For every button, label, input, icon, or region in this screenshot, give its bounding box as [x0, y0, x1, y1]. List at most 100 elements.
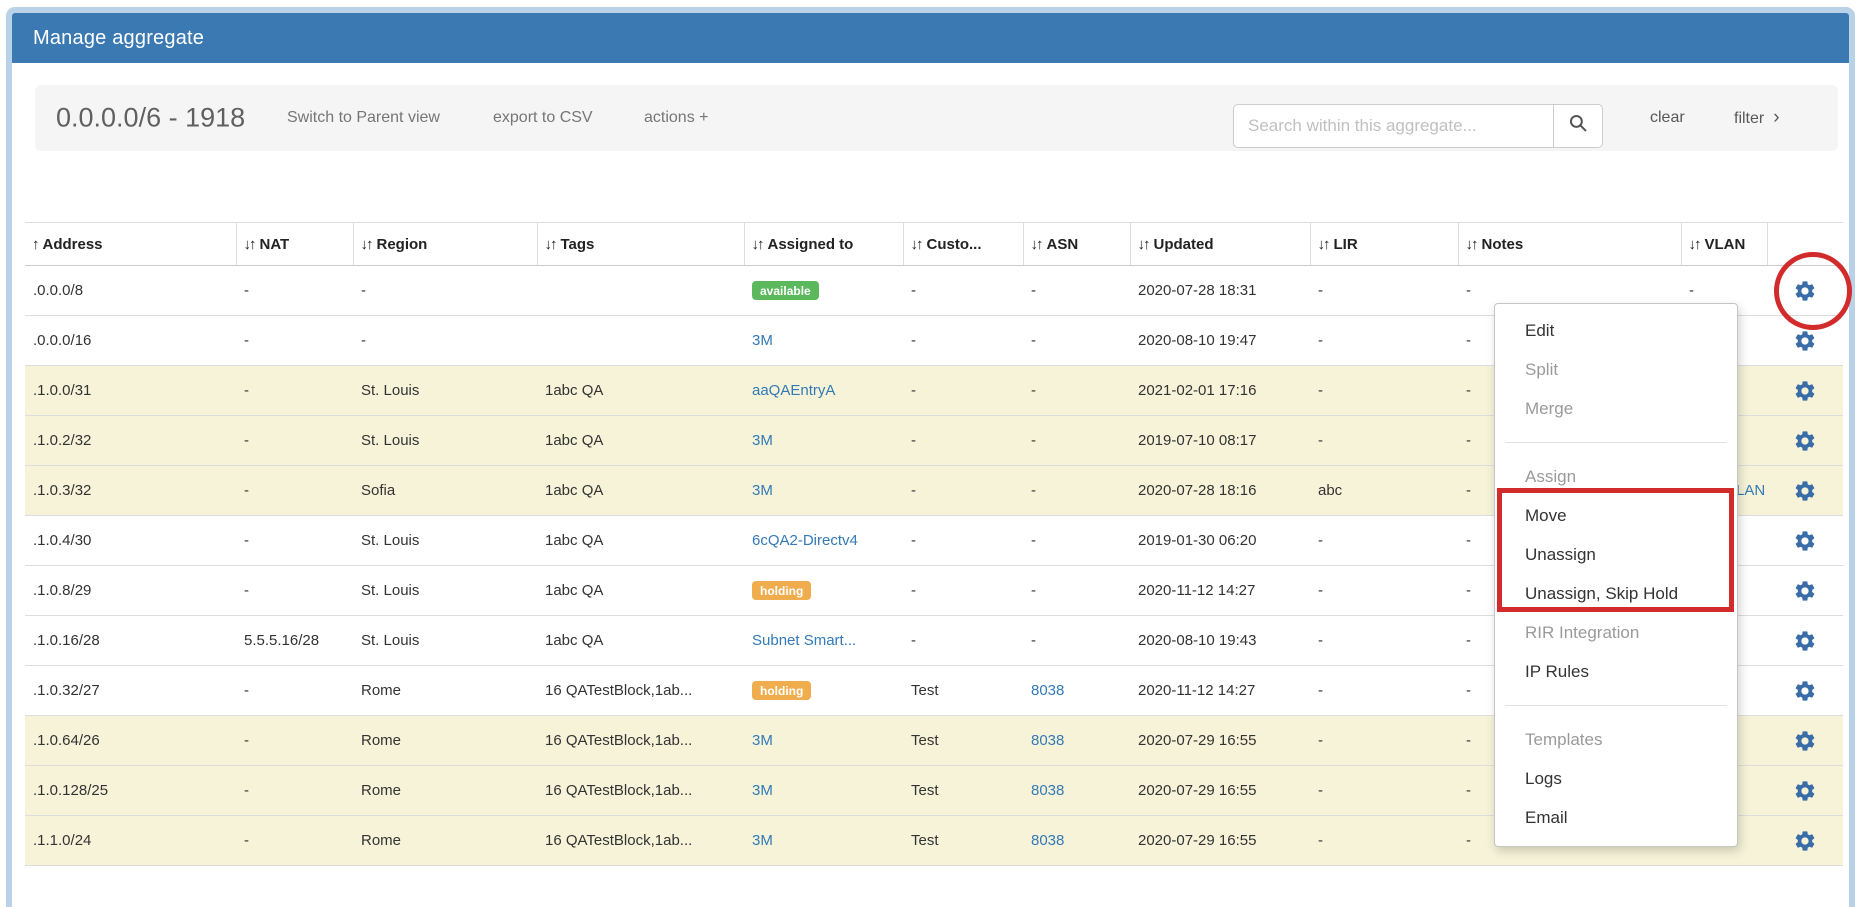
column-header-lir[interactable]: ↓↑LIR: [1310, 223, 1458, 266]
page-title: Manage aggregate: [33, 27, 204, 50]
actions-dropdown[interactable]: actions +: [644, 109, 708, 127]
cell-updated: 2020-11-12 14:27: [1130, 566, 1310, 616]
cell-address: .1.0.32/27: [25, 666, 236, 716]
cell-region: Rome: [353, 766, 537, 816]
assigned-link[interactable]: 3M: [752, 782, 773, 799]
assigned-link[interactable]: 3M: [752, 482, 773, 499]
sort-both-icon: ↓↑: [1031, 236, 1042, 253]
cell-address: .1.0.2/32: [25, 416, 236, 466]
row-11-gear-icon[interactable]: [1793, 781, 1817, 798]
assigned-link[interactable]: 3M: [752, 332, 773, 349]
row-4-gear-icon[interactable]: [1793, 431, 1817, 448]
cell-customer: Test: [903, 766, 1023, 816]
aggregate-label: 0.0.0.0/6 - 1918: [56, 103, 245, 134]
export-to-csv-link[interactable]: export to CSV: [493, 109, 593, 127]
cell-asn: 8038: [1023, 666, 1130, 716]
cell-nat: -: [236, 666, 353, 716]
column-header-notes[interactable]: ↓↑Notes: [1458, 223, 1681, 266]
cell-updated: 2020-07-29 16:55: [1130, 766, 1310, 816]
menu-item-templates: Templates: [1495, 720, 1737, 759]
cell-lir: -: [1310, 566, 1458, 616]
status-badge-holding: holding: [752, 681, 811, 700]
cell-updated: 2021-02-01 17:16: [1130, 366, 1310, 416]
cell-tags: [537, 266, 744, 316]
cell-customer: Test: [903, 666, 1023, 716]
switch-to-parent-view-link[interactable]: Switch to Parent view: [287, 109, 440, 127]
assigned-link[interactable]: 6cQA2-Directv4: [752, 532, 858, 549]
cell-customer: -: [903, 366, 1023, 416]
cell-nat: 5.5.5.16/28: [236, 616, 353, 666]
menu-divider: [1505, 442, 1727, 443]
row-7-gear-icon[interactable]: [1793, 581, 1817, 598]
filter-link[interactable]: filter›: [1734, 107, 1780, 129]
menu-item-edit[interactable]: Edit: [1495, 311, 1737, 350]
cell-asn: -: [1023, 516, 1130, 566]
cell-tags: 1abc QA: [537, 566, 744, 616]
cell-tags: 16 QATestBlock,1ab...: [537, 716, 744, 766]
cell-region: St. Louis: [353, 416, 537, 466]
cell-actions: [1767, 566, 1843, 616]
cell-tags: 1abc QA: [537, 416, 744, 466]
assigned-link[interactable]: 3M: [752, 432, 773, 449]
status-badge-available: available: [752, 281, 819, 300]
cell-updated: 2020-07-29 16:55: [1130, 716, 1310, 766]
column-header-region[interactable]: ↓↑Region: [353, 223, 537, 266]
search-button[interactable]: [1553, 104, 1603, 148]
asn-link[interactable]: 8038: [1031, 782, 1064, 799]
menu-item-ip-rules[interactable]: IP Rules: [1495, 652, 1737, 691]
asn-link[interactable]: 8038: [1031, 732, 1064, 749]
cell-customer: -: [903, 616, 1023, 666]
cell-actions: [1767, 716, 1843, 766]
cell-address: .1.0.128/25: [25, 766, 236, 816]
column-header-asn[interactable]: ↓↑ASN: [1023, 223, 1130, 266]
row-2-gear-icon[interactable]: [1793, 331, 1817, 348]
annotation-red-box: [1497, 488, 1734, 612]
cell-nat: -: [236, 266, 353, 316]
cell-tags: 16 QATestBlock,1ab...: [537, 666, 744, 716]
row-5-gear-icon[interactable]: [1793, 481, 1817, 498]
manage-aggregate-window: { "window": { "title": "Manage aggregate…: [0, 0, 1861, 858]
cell-lir: -: [1310, 266, 1458, 316]
cell-tags: 1abc QA: [537, 516, 744, 566]
vlan-link[interactable]: LAN: [1736, 482, 1765, 499]
filter-label: filter: [1734, 110, 1764, 127]
row-12-gear-icon[interactable]: [1793, 831, 1817, 848]
row-8-gear-icon[interactable]: [1793, 631, 1817, 648]
row-3-gear-icon[interactable]: [1793, 381, 1817, 398]
assigned-link[interactable]: Subnet Smart...: [752, 632, 856, 649]
row-10-gear-icon[interactable]: [1793, 731, 1817, 748]
menu-item-logs[interactable]: Logs: [1495, 759, 1737, 798]
column-header-vlan[interactable]: ↓↑VLAN: [1681, 223, 1767, 266]
sort-ascending-icon: ↑: [32, 236, 38, 253]
cell-address: .1.1.0/24: [25, 816, 236, 866]
assigned-link[interactable]: 3M: [752, 732, 773, 749]
column-header-updated[interactable]: ↓↑Updated: [1130, 223, 1310, 266]
column-header-customer[interactable]: ↓↑Custo...: [903, 223, 1023, 266]
column-header-tags[interactable]: ↓↑Tags: [537, 223, 744, 266]
cell-tags: 1abc QA: [537, 366, 744, 416]
cell-address: .1.0.64/26: [25, 716, 236, 766]
asn-link[interactable]: 8038: [1031, 832, 1064, 849]
cell-assigned: 3M: [744, 716, 903, 766]
cell-tags: 1abc QA: [537, 466, 744, 516]
row-6-gear-icon[interactable]: [1793, 531, 1817, 548]
cell-actions: [1767, 366, 1843, 416]
cell-region: -: [353, 266, 537, 316]
cell-address: .0.0.0/8: [25, 266, 236, 316]
column-header-address[interactable]: ↑Address: [25, 223, 236, 266]
asn-link[interactable]: 8038: [1031, 682, 1064, 699]
assigned-link[interactable]: aaQAEntryA: [752, 382, 835, 399]
cell-region: Rome: [353, 816, 537, 866]
assigned-link[interactable]: 3M: [752, 832, 773, 849]
column-header-nat[interactable]: ↓↑NAT: [236, 223, 353, 266]
menu-item-email[interactable]: Email: [1495, 798, 1737, 837]
cell-customer: -: [903, 516, 1023, 566]
cell-actions: [1767, 616, 1843, 666]
search-input[interactable]: [1233, 104, 1553, 148]
clear-link[interactable]: clear: [1650, 109, 1685, 127]
cell-address: .0.0.0/16: [25, 316, 236, 366]
cell-assigned: Subnet Smart...: [744, 616, 903, 666]
row-9-gear-icon[interactable]: [1793, 681, 1817, 698]
column-header-assigned[interactable]: ↓↑Assigned to: [744, 223, 903, 266]
cell-updated: 2020-11-12 14:27: [1130, 666, 1310, 716]
